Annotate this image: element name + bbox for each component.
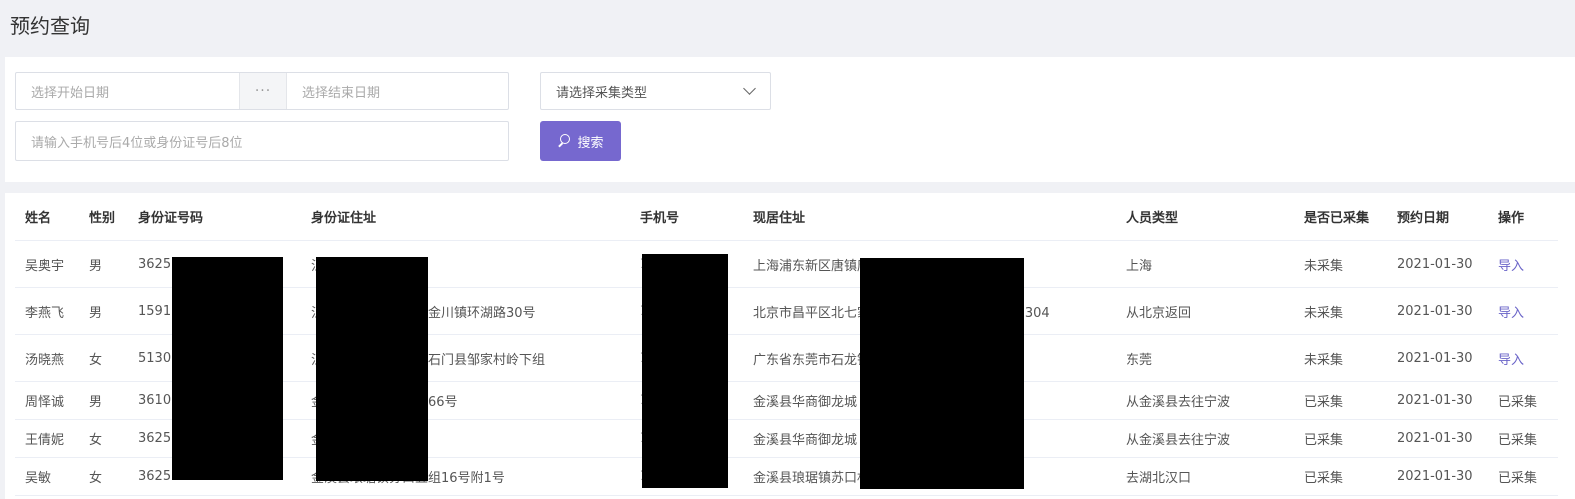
cell-name: 王倩妮 — [15, 419, 79, 458]
cell-person-type: 从金溪县去往宁波 — [1116, 381, 1294, 420]
redaction-block-phone — [642, 254, 728, 488]
cell-collected: 未采集 — [1294, 240, 1387, 288]
cell-action: 已采集 — [1488, 457, 1558, 496]
header-gender: 性别 — [79, 193, 128, 241]
search-button-label: 搜索 — [577, 134, 604, 150]
header-name: 姓名 — [15, 193, 79, 241]
end-date-input[interactable]: 选择结束日期 — [287, 73, 508, 109]
date-range-picker[interactable]: 选择开始日期 ··· 选择结束日期 — [15, 72, 509, 110]
cell-date: 2021-01-30 — [1387, 457, 1488, 496]
header-person-type: 人员类型 — [1116, 193, 1294, 241]
import-link[interactable]: 导入 — [1488, 334, 1558, 382]
header-collected: 是否已采集 — [1294, 193, 1387, 241]
cell-collected: 未采集 — [1294, 334, 1387, 382]
cell-date: 2021-01-30 — [1387, 419, 1488, 458]
cell-gender: 女 — [79, 419, 128, 458]
cell-date: 2021-01-30 — [1387, 381, 1488, 420]
redaction-block-address — [860, 258, 1024, 489]
cell-collected: 已采集 — [1294, 419, 1387, 458]
chevron-down-icon — [743, 82, 756, 95]
cell-collected: 已采集 — [1294, 381, 1387, 420]
cell-person-type: 上海 — [1116, 240, 1294, 288]
cell-collected: 已采集 — [1294, 457, 1387, 496]
cell-name: 周怿诚 — [15, 381, 79, 420]
cell-person-type: 从金溪县去往宁波 — [1116, 419, 1294, 458]
collect-type-select[interactable]: 请选择采集类型 — [540, 72, 771, 110]
page-title: 预约查询 — [10, 14, 90, 38]
table-header-row: 姓名 性别 身份证号码 身份证住址 手机号 现居住址 人员类型 是否已采集 预约… — [15, 193, 1558, 241]
header-date: 预约日期 — [1387, 193, 1488, 241]
search-button[interactable]: 搜索 — [540, 121, 621, 161]
header-current-address: 现居住址 — [743, 193, 1116, 241]
cell-person-type: 东莞 — [1116, 334, 1294, 382]
cell-person-type: 从北京返回 — [1116, 287, 1294, 335]
start-date-input[interactable]: 选择开始日期 — [16, 73, 239, 109]
cell-gender: 女 — [79, 334, 128, 382]
header-id-number: 身份证号码 — [128, 193, 301, 241]
search-icon — [557, 134, 571, 148]
cell-name: 李燕飞 — [15, 287, 79, 335]
cell-gender: 女 — [79, 457, 128, 496]
redaction-block-id-address — [316, 257, 428, 481]
cell-name: 吴奥宇 — [15, 240, 79, 288]
header-phone: 手机号 — [630, 193, 743, 241]
cell-gender: 男 — [79, 240, 128, 288]
filter-panel: 选择开始日期 ··· 选择结束日期 请选择采集类型 请输入手机号后4位或身份证号… — [5, 57, 1575, 182]
collect-type-placeholder: 请选择采集类型 — [556, 85, 648, 101]
import-link[interactable]: 导入 — [1488, 240, 1558, 288]
cell-date: 2021-01-30 — [1387, 240, 1488, 288]
cell-collected: 未采集 — [1294, 287, 1387, 335]
header-action: 操作 — [1488, 193, 1558, 241]
cell-name: 汤晓燕 — [15, 334, 79, 382]
cell-action: 已采集 — [1488, 381, 1558, 420]
header-id-address: 身份证住址 — [301, 193, 630, 241]
cell-gender: 男 — [79, 287, 128, 335]
cell-date: 2021-01-30 — [1387, 287, 1488, 335]
redaction-block-id — [172, 257, 283, 480]
phone-id-search-input[interactable]: 请输入手机号后4位或身份证号后8位 — [15, 121, 509, 161]
cell-name: 吴敏 — [15, 457, 79, 496]
cell-action: 已采集 — [1488, 419, 1558, 458]
cell-gender: 男 — [79, 381, 128, 420]
cell-date: 2021-01-30 — [1387, 334, 1488, 382]
range-separator: ··· — [239, 73, 287, 109]
cell-person-type: 去湖北汉口 — [1116, 457, 1294, 496]
import-link[interactable]: 导入 — [1488, 287, 1558, 335]
